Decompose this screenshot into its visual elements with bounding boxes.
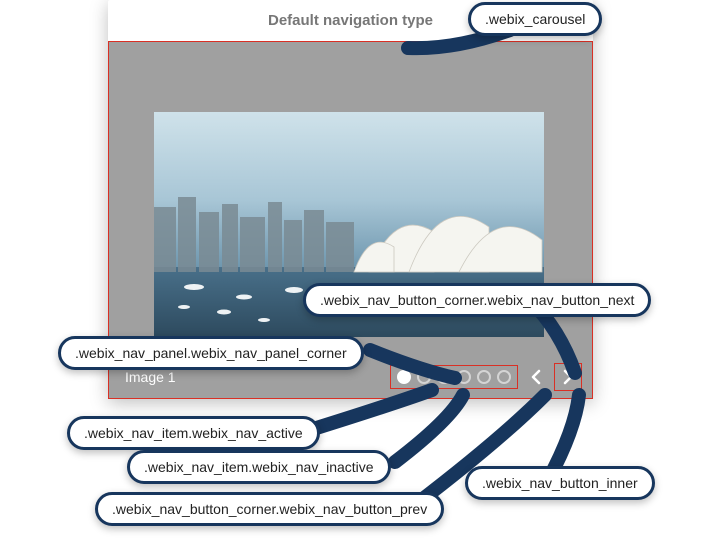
callout-carousel: .webix_carousel <box>468 2 602 36</box>
chevron-left-icon <box>530 369 542 385</box>
nav-item-inactive[interactable] <box>457 370 471 384</box>
callout-panel: .webix_nav_panel.webix_nav_panel_corner <box>58 336 364 370</box>
nav-next-button[interactable] <box>554 363 582 391</box>
nav-item-inactive[interactable] <box>497 370 511 384</box>
nav-prev-button[interactable] <box>522 363 550 391</box>
nav-panel <box>390 365 518 389</box>
callout-prev: .webix_nav_button_corner.webix_nav_butto… <box>95 492 444 526</box>
callout-active-item: .webix_nav_item.webix_nav_active <box>67 416 320 450</box>
nav-item-inactive[interactable] <box>477 370 491 384</box>
nav-item-active[interactable] <box>397 370 411 384</box>
callout-inactive-item: .webix_nav_item.webix_nav_inactive <box>127 450 391 484</box>
image-label: Image 1 <box>119 369 176 385</box>
nav-item-inactive[interactable] <box>437 370 451 384</box>
nav-item-inactive[interactable] <box>417 370 431 384</box>
chevron-right-icon <box>562 369 574 385</box>
callout-inner: .webix_nav_button_inner <box>465 466 655 500</box>
callout-next: .webix_nav_button_corner.webix_nav_butto… <box>303 283 651 317</box>
